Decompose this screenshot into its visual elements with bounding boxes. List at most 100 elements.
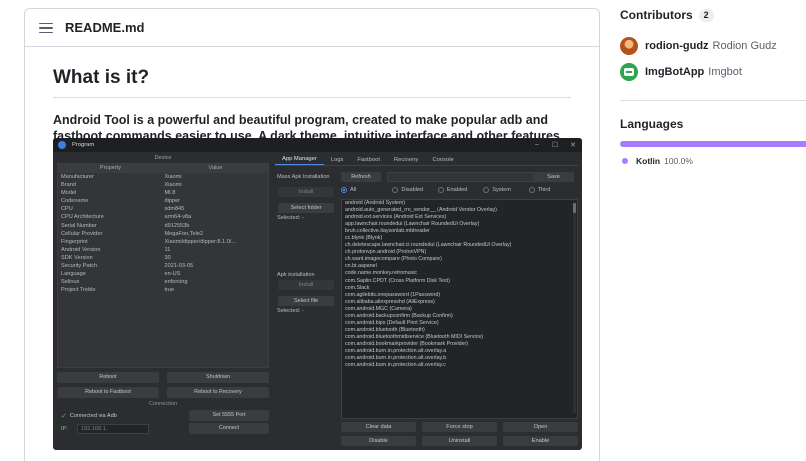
- connected-label: Connected via Adb: [69, 412, 117, 419]
- reboot-button: Reboot: [57, 372, 159, 383]
- clear-data-button: Clear data: [341, 422, 416, 432]
- device-prop-value: Xiaomi/dipper/dipper:8.1.0/...: [164, 238, 237, 245]
- enable-button: Enable: [503, 436, 578, 446]
- package-item: android.ext.services (Android Ext Servic…: [345, 214, 447, 221]
- apk-install-button: Install: [278, 280, 334, 290]
- contributors-title[interactable]: Contributors: [620, 8, 693, 22]
- mass-install-controls: Mass Apk Installation Install Select fol…: [275, 172, 337, 223]
- mass-install-label: Mass Apk Installation: [277, 174, 330, 180]
- contributor-item[interactable]: ImgBotApp Imgbot: [620, 62, 806, 82]
- package-item: cn.bt.aapanel: [345, 263, 377, 270]
- language-name[interactable]: Kotlin: [636, 156, 660, 166]
- device-prop-row: Brand Xiaomi: [58, 181, 268, 189]
- mass-install-button: Install: [278, 187, 334, 197]
- close-icon: ✕: [570, 142, 576, 149]
- device-prop-value: Xiaomi: [164, 182, 182, 189]
- device-prop-key: Security Patch: [61, 263, 98, 270]
- device-prop-key: Cellular Provider: [61, 230, 103, 237]
- readme-header: README.md: [25, 9, 599, 47]
- package-item: app.lawnchair.roundedui (Lawnchair Round…: [345, 221, 480, 228]
- ip-field: 192.168.1.: [77, 423, 149, 434]
- contributor-login[interactable]: rodion-gudz: [645, 40, 709, 52]
- disable-button: Disable: [341, 436, 416, 446]
- avatar[interactable]: [620, 37, 638, 55]
- package-item: com.android.burn.in.protection.alt.overl…: [345, 347, 447, 354]
- device-prop-key: Project Treble: [61, 287, 96, 294]
- readme-filename[interactable]: README.md: [65, 20, 144, 35]
- device-prop-value: 11: [164, 246, 171, 253]
- package-item: com.Slack: [345, 284, 370, 291]
- device-prop-key: Android Version: [61, 246, 101, 253]
- device-prop-value: MegaFon,Tele2: [164, 230, 204, 237]
- select-folder-button: Select folder: [278, 203, 334, 213]
- device-prop-row: Cellular Provider MegaFon,Tele2: [58, 230, 268, 238]
- avatar[interactable]: [620, 63, 638, 81]
- device-prop-value: 30: [164, 254, 171, 261]
- package-item: com.android.backupconfirm (Backup Confir…: [345, 312, 453, 319]
- device-prop-value: d912553b: [164, 222, 190, 229]
- device-prop-value: enforcing: [164, 279, 188, 286]
- contributor-item[interactable]: rodion-gudz Rodion Gudz: [620, 36, 806, 56]
- language-percent: 100.0%: [664, 156, 693, 166]
- device-prop-key: Model: [61, 190, 77, 197]
- minimize-icon: –: [535, 141, 539, 148]
- tab-app-manager: App Manager: [275, 156, 324, 165]
- device-prop-key: Language: [61, 271, 86, 278]
- contributor-name: Rodion Gudz: [712, 40, 777, 52]
- device-prop-value: MI 8: [164, 190, 176, 197]
- connection-title: Connection: [148, 401, 178, 407]
- tab-console: Console: [432, 157, 454, 163]
- filter-label: All: [350, 187, 357, 193]
- app-window-title: Program: [72, 142, 95, 148]
- device-prop-value: arm64-v8a: [164, 214, 192, 221]
- package-item: com.android.burn.in.protection.alt.overl…: [345, 355, 447, 362]
- apk-install-controls: Apk installation Install Select file Sel…: [275, 270, 337, 316]
- device-prop-row: Manufacturer Xiaomi: [58, 173, 268, 181]
- language-item[interactable]: Kotlin 100.0%: [620, 156, 806, 166]
- app-manager-pane: App Manager Logs Fastboot Recovery Conso…: [275, 154, 578, 448]
- package-item: cc.blynk (Blynk): [345, 235, 383, 242]
- package-item: code.name.monkey.retromusic: [345, 270, 418, 277]
- package-scroll-track: [573, 203, 576, 413]
- device-prop-row: Serial Number d912553b: [58, 222, 268, 230]
- outline-list-icon[interactable]: [39, 22, 53, 34]
- device-prop-value: 2021-03-05: [164, 263, 194, 270]
- radio-icon: [341, 187, 347, 193]
- filter-label: Third: [537, 187, 551, 193]
- app-logo-icon: [58, 141, 66, 149]
- filter-label: Disabled: [401, 187, 424, 193]
- radio-icon: [528, 187, 535, 193]
- connected-status: ✓ Connected via Adb: [57, 410, 159, 421]
- reboot-fastboot-button: Reboot to Fastboot: [57, 387, 159, 398]
- device-prop-key: CPU Architecture: [61, 214, 104, 221]
- radio-icon: [392, 187, 399, 193]
- device-prop-value: sdm845: [164, 206, 185, 213]
- readme-heading: What is it?: [53, 67, 571, 98]
- set-port-button: Set 5555 Port: [189, 410, 269, 421]
- filter-label: System: [492, 187, 511, 193]
- language-bar: [620, 141, 806, 147]
- package-item: com.android.MGC (Camera): [345, 305, 412, 312]
- radio-icon: [437, 187, 444, 193]
- device-prop-key: CPU: [61, 206, 73, 213]
- contributor-login[interactable]: ImgBotApp: [645, 66, 704, 78]
- package-item: bruh.collective.itaysonlab.mbtreader: [345, 228, 430, 235]
- device-prop-row: Security Patch 2021-03-05: [58, 262, 268, 270]
- tab-fastboot: Fastboot: [357, 157, 380, 163]
- device-prop-key: Brand: [61, 182, 76, 189]
- filter-third: Third: [528, 187, 574, 193]
- contributor-name: Imgbot: [708, 66, 742, 78]
- filter-all: All: [341, 187, 386, 193]
- package-item: com.Saplin.CPDT (Cross Platform Disk Tes…: [345, 277, 450, 284]
- force-stop-button: Force stop: [422, 422, 497, 432]
- languages-title: Languages: [620, 117, 684, 131]
- uninstall-button: Uninstall: [422, 436, 497, 446]
- package-item: com.android.bluetooth (Bluetooth): [345, 326, 425, 333]
- device-prop-row: Fingerprint Xiaomi/dipper/dipper:8.1.0/..…: [58, 238, 268, 246]
- open-button: Open: [503, 422, 578, 432]
- package-item: android.auto_generated_rro_vendor__ (And…: [345, 207, 497, 214]
- save-button: Save: [533, 172, 574, 182]
- apk-install-label: Apk installation: [277, 272, 315, 278]
- device-prop-key: Selinux: [61, 279, 80, 286]
- languages-heading: Languages: [620, 117, 806, 131]
